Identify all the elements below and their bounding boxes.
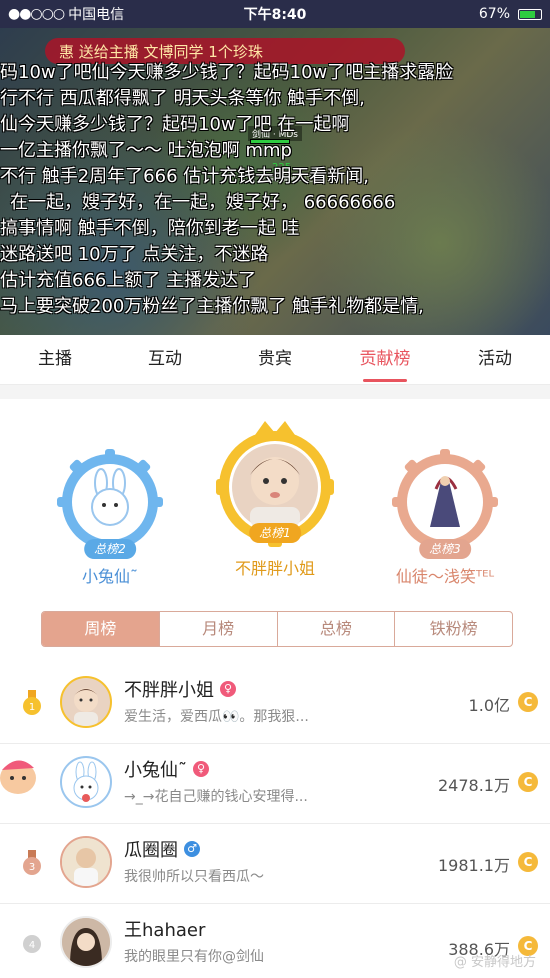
app-screen: ●●○○○ 中国电信 下午8:40 67% 惠 送给主播 文博同学 1个珍珠 剑…: [0, 0, 550, 978]
segment-weekly[interactable]: 周榜: [42, 612, 160, 646]
status-right: 67%: [479, 6, 542, 22]
watermark: @ 安静得地方: [453, 955, 536, 970]
tab-vip[interactable]: 贵宾: [220, 335, 330, 384]
danmu-line: 迷路送吧 10万了 点关注，不迷路: [0, 244, 269, 265]
podium-first-badge: 总榜1: [210, 415, 340, 549]
danmu-line: 仙今天赚多少钱了？起码10w了吧 在一起啊: [0, 114, 350, 135]
room-tabs: 主播 互动 贵宾 贡献榜 活动: [0, 335, 550, 385]
tab-activity[interactable]: 活动: [440, 335, 550, 384]
tab-interaction[interactable]: 互动: [110, 335, 220, 384]
avatar: [60, 676, 112, 728]
bunny-avatar-icon: [73, 761, 99, 802]
ranking-period-selector: 周榜 月榜 总榜 铁粉榜: [41, 611, 513, 647]
coin-icon: C: [518, 692, 538, 712]
danmu-line: 不行 触手2周年了666 估计充钱去明天看新闻,: [0, 166, 369, 187]
battery-icon: [518, 8, 542, 20]
male-icon: ♂: [184, 841, 200, 857]
user-signature: 我的眼里只有你@剑仙: [124, 949, 264, 965]
podium-second-badge: 总榜2: [55, 447, 165, 559]
battery-percent: 67%: [478, 6, 510, 22]
podium-second[interactable]: 总榜2 小兔仙˜: [50, 447, 170, 587]
svg-text:3: 3: [29, 862, 35, 873]
row-name-group: 不胖胖小姐 ♀: [124, 676, 236, 702]
gold-medal-icon: 1: [23, 690, 41, 715]
avatar: [60, 916, 112, 968]
podium-third-badge: 总榜3: [390, 447, 500, 559]
divider: [0, 385, 550, 399]
danmu-line: 估计充值666上额了 主播发达了: [0, 270, 257, 291]
avatar: [60, 756, 112, 808]
row-name-group: 瓜圈圈 ♂: [124, 836, 200, 862]
user-name: 小兔仙˜: [124, 760, 187, 781]
danmu-line: 马上要突破200万粉丝了主播你飘了 触手礼物都是情,: [0, 296, 424, 317]
segment-iron-fans[interactable]: 铁粉榜: [395, 612, 512, 646]
user-name: 不胖胖小姐: [124, 680, 214, 701]
user-photo-icon: [62, 918, 110, 966]
avatar: [60, 836, 112, 888]
status-bar: ●●○○○ 中国电信 下午8:40 67%: [0, 0, 550, 28]
user-photo-icon: [72, 688, 100, 726]
rank-pill-third: 总榜3: [419, 539, 471, 559]
rank-pill-second: 总榜2: [84, 539, 136, 559]
danmu-line: 在一起，嫂子好，在一起，嫂子好， 66666666: [10, 192, 396, 213]
female-icon: ♀: [220, 681, 236, 697]
row-name-group: 王hahaer: [124, 916, 205, 942]
svg-text:4: 4: [29, 940, 35, 951]
bronze-medal-icon: 3: [23, 850, 41, 875]
contribution-value: 2478.1万: [438, 776, 510, 795]
svg-text:1: 1: [29, 702, 35, 713]
danmu-line: 一亿主播你飘了～～ 吐泡泡啊 mmp: [0, 140, 292, 161]
ranking-row[interactable]: 1 不胖胖小姐 ♀ 爱生活，爱西瓜👀。那我狠... 1.0亿 C: [0, 664, 550, 744]
mascot-sticker-icon: [0, 760, 36, 794]
danmu-line: 行不行 西瓜都得飘了 明天头条等你 触手不倒,: [0, 88, 365, 109]
contribution-value: 1981.1万: [438, 856, 510, 875]
podium-third[interactable]: 总榜3 仙徒～浅笑ᵀᴱᴸ: [380, 447, 510, 587]
contribution-value: 1.0亿: [468, 696, 510, 715]
coin-icon: C: [518, 772, 538, 792]
user-name: 王hahaer: [124, 920, 206, 941]
user-photo-icon: [62, 838, 110, 886]
user-signature: 爱生活，爱西瓜👀。那我狠...: [124, 709, 309, 725]
live-video[interactable]: 惠 送给主播 文博同学 1个珍珠 剑仙 · MDs 225 获得启蒙者的之力 码…: [0, 28, 550, 335]
rank-number-icon: 4: [23, 935, 41, 953]
female-icon: ♀: [193, 761, 209, 777]
rank-pill-first: 总榜1: [249, 523, 301, 543]
danmu-line: 码10w了吧仙今天赚多少钱了？起码10w了吧主播求露脸: [0, 62, 454, 83]
podium-first[interactable]: 总榜1 不胖胖小姐: [205, 415, 345, 579]
clock: 下午8:40: [243, 7, 307, 23]
tab-anchor[interactable]: 主播: [0, 335, 110, 384]
tab-contribution[interactable]: 贡献榜: [330, 335, 440, 384]
user-name: 瓜圈圈: [124, 840, 178, 861]
segment-monthly[interactable]: 月榜: [160, 612, 278, 646]
ranking-row[interactable]: 小兔仙˜ ♀ →_→花自己赚的钱心安理得... 2478.1万 C: [0, 744, 550, 824]
danmu-line: 搞事情啊 触手不倒，陪你到老一起 哇: [0, 218, 300, 239]
top-three-podium: 总榜2 小兔仙˜ 总榜1 不胖胖小姐 总榜3 仙徒～浅笑ᵀᴱᴸ: [0, 415, 550, 600]
ranking-row[interactable]: 3 瓜圈圈 ♂ 我很帅所以只看西瓜～ 1981.1万 C: [0, 824, 550, 904]
coin-icon: C: [518, 852, 538, 872]
row-name-group: 小兔仙˜ ♀: [124, 756, 209, 782]
user-signature: →_→花自己赚的钱心安理得...: [124, 789, 308, 805]
user-signature: 我很帅所以只看西瓜～: [124, 869, 264, 885]
podium-third-name: 仙徒～浅笑ᵀᴱᴸ: [395, 567, 495, 586]
podium-first-name: 不胖胖小姐: [234, 559, 315, 578]
segment-total[interactable]: 总榜: [278, 612, 396, 646]
podium-second-name: 小兔仙˜: [81, 567, 138, 586]
